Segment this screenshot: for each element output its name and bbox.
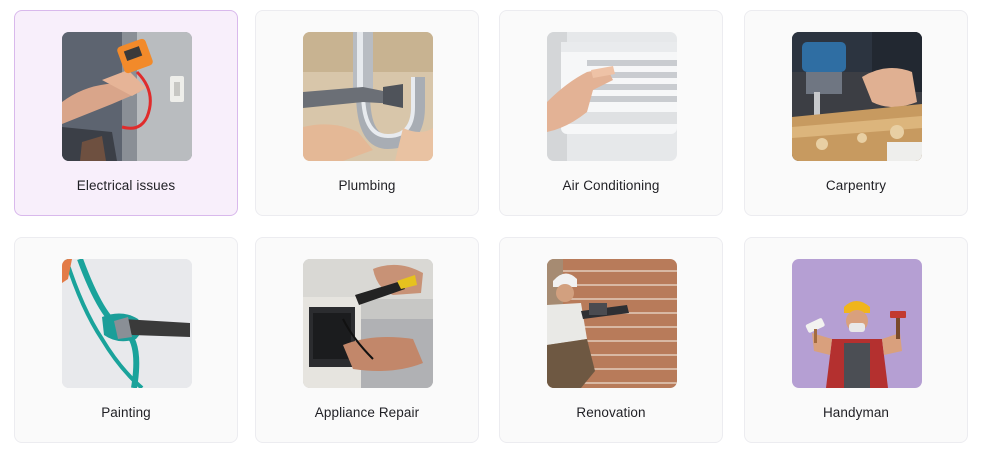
service-card-renovation[interactable]: Renovation: [499, 237, 723, 443]
electrical-photo: [62, 32, 192, 161]
carpentry-photo: [792, 32, 922, 161]
painting-photo: [62, 259, 192, 388]
renovation-photo: [547, 259, 677, 388]
service-card-painting[interactable]: Painting: [14, 237, 238, 443]
service-card-carpentry[interactable]: Carpentry: [744, 10, 968, 216]
service-label: Handyman: [822, 405, 890, 420]
service-card-air-conditioning[interactable]: Air Conditioning: [499, 10, 723, 216]
service-label: Air Conditioning: [562, 178, 660, 193]
air-conditioning-photo: [547, 32, 677, 161]
service-card-plumbing[interactable]: Plumbing: [255, 10, 479, 216]
appliance-repair-photo: [303, 259, 433, 388]
service-label: Renovation: [576, 405, 646, 420]
service-card-appliance-repair[interactable]: Appliance Repair: [255, 237, 479, 443]
service-label: Plumbing: [338, 178, 396, 193]
service-label: Appliance Repair: [314, 405, 420, 420]
service-label: Carpentry: [825, 178, 887, 193]
service-card-electrical[interactable]: Electrical issues: [14, 10, 238, 216]
service-label: Electrical issues: [76, 178, 176, 193]
plumbing-photo: [303, 32, 433, 161]
service-grid: Electrical issues Plumbing Air Condition…: [0, 0, 984, 472]
service-label: Painting: [101, 405, 151, 420]
service-card-handyman[interactable]: Handyman: [744, 237, 968, 443]
handyman-photo: [792, 259, 922, 388]
